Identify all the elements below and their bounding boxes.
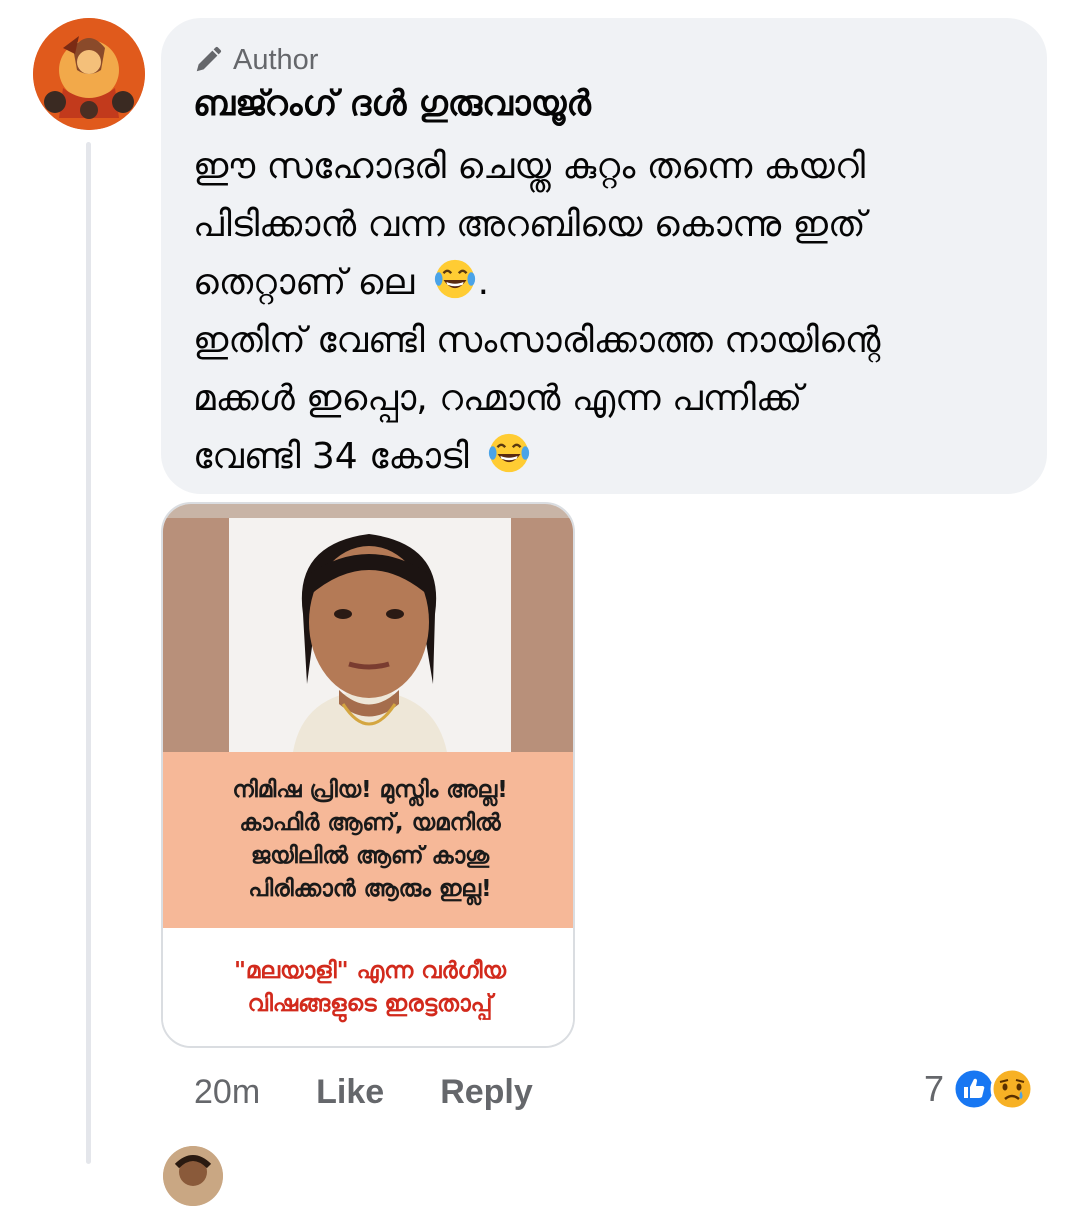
portrait-photo [163, 504, 573, 752]
person-portrait-icon [293, 534, 447, 752]
reply-button[interactable]: Reply [440, 1073, 533, 1112]
author-badge-label: Author [233, 43, 319, 76]
reaction-count: 7 [924, 1068, 945, 1109]
caption-line: നിമിഷ പ്രിയ! മുസ്ലിം അല്ല! [232, 777, 508, 803]
comment-line: പിടിക്കാൻ വന്ന അറബിയെ കൊന്നു ഇത് [193, 204, 866, 245]
thread-line [86, 142, 91, 1164]
comment-text: ഈ സഹോദരി ചെയ്ത കുറ്റം തന്നെ കയറി പിടിക്ക… [193, 138, 1015, 486]
comment-line: മക്കൾ ഇപ്പൊ, റഹ്മാൻ എന്ന പന്നിക്ക് [193, 378, 803, 419]
image-caption-bottom: "മലയാളി" എന്ന വർഗീയ വിഷങ്ങളുടെ ഇരട്ടതാപ്… [163, 928, 573, 1046]
like-button[interactable]: Like [316, 1073, 384, 1112]
caption-line: പിരിക്കാൻ ആരും ഇല്ല! [248, 876, 492, 902]
laughing-tears-emoji-icon [488, 433, 530, 473]
comment-line-text: വേണ്ടി 34 കോടി [193, 436, 469, 477]
comment-line: തെറ്റാണ് ലെ . [193, 254, 1015, 312]
comment-line-text: തെറ്റാണ് ലെ [193, 262, 415, 303]
comment-actions: 20m Like Reply [194, 1068, 589, 1116]
caption-line: വിഷങ്ങളുടെ ഇരട്ടതാപ്പ് [247, 991, 493, 1017]
comment-line: ഇതിന് വേണ്ടി സംസാരിക്കാത്ത നായിന്റെ [193, 320, 881, 361]
caption-line: ജയിലിൽ ആണ് കാശു [250, 843, 490, 869]
comment-timestamp[interactable]: 20m [194, 1073, 260, 1112]
laughing-tears-emoji-icon [434, 259, 475, 299]
next-commenter-avatar[interactable] [163, 1146, 223, 1206]
commenter-avatar[interactable] [33, 18, 145, 130]
avatar-image [163, 1146, 223, 1206]
pencil-icon [196, 46, 222, 72]
image-caption-top: നിമിഷ പ്രിയ! മുസ്ലിം അല്ല! കാഫിർ ആണ്, യമ… [163, 752, 573, 928]
caption-line: കാഫിർ ആണ്, യമനിൽ [239, 810, 501, 836]
caption-line: "മലയാളി" എന്ന വർഗീയ [233, 958, 507, 984]
commenter-name[interactable]: ബജ്റംഗ് ദൾ ഗുരുവായൂർ [193, 84, 1015, 134]
reaction-summary[interactable]: 7 [924, 1064, 1034, 1114]
comment-line-suffix: . [477, 262, 490, 303]
avatar-image [33, 18, 145, 130]
author-badge: Author [193, 40, 1015, 80]
attached-image[interactable]: നിമിഷ പ്രിയ! മുസ്ലിം അല്ല! കാഫിർ ആണ്, യമ… [161, 502, 575, 1048]
sad-reaction-icon [990, 1067, 1034, 1111]
comment-line: ഈ സഹോദരി ചെയ്ത കുറ്റം തന്നെ കയറി [193, 146, 866, 187]
comment-bubble: Author ബജ്റംഗ് ദൾ ഗുരുവായൂർ ഈ സഹോദരി ചെയ… [161, 18, 1047, 494]
comment-line: വേണ്ടി 34 കോടി [193, 428, 1015, 486]
